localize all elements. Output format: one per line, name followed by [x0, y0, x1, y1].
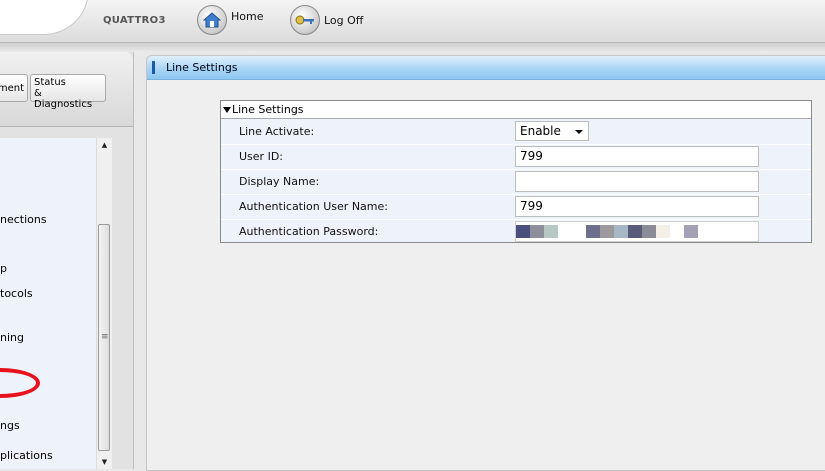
line-activate-label: Line Activate:: [239, 125, 315, 138]
nav-item-connections[interactable]: nections: [0, 213, 47, 226]
nav-item-ning[interactable]: ning: [0, 331, 24, 344]
nav-item-protocols[interactable]: tocols: [0, 287, 33, 300]
home-icon: [197, 5, 227, 35]
scroll-down-icon[interactable]: ▼: [97, 455, 112, 469]
page-title: Line Settings: [166, 61, 238, 74]
left-panel: ment Status & Diagnostics nections p toc…: [0, 52, 134, 469]
auth-password-label: Authentication Password:: [239, 225, 379, 238]
home-button[interactable]: Home: [197, 5, 263, 35]
user-id-label: User ID:: [239, 150, 283, 163]
logoff-button[interactable]: Log Off: [290, 5, 363, 35]
display-name-field[interactable]: [515, 171, 759, 192]
scroll-up-icon[interactable]: ▲: [97, 138, 112, 152]
home-label: Home: [231, 9, 264, 23]
row-auth-user-name: Authentication User Name: 799: [221, 194, 811, 220]
header-marker: [152, 61, 155, 74]
main-header: Line Settings: [147, 56, 825, 80]
collapse-triangle-icon[interactable]: [223, 107, 231, 113]
tab-status-diagnostics[interactable]: Status & Diagnostics: [30, 74, 106, 110]
row-display-name: Display Name:: [221, 169, 811, 195]
red-annotation-ellipse: [0, 368, 40, 398]
nav-item-applications[interactable]: plications: [0, 449, 53, 462]
line-settings-section: Line Settings Line Activate: Enable User…: [220, 100, 812, 243]
vertical-scrollbar[interactable]: ▲ ≡ ▼: [96, 138, 112, 469]
section-header[interactable]: Line Settings: [221, 101, 811, 119]
row-line-activate: Line Activate: Enable: [221, 119, 811, 145]
display-name-label: Display Name:: [239, 175, 320, 188]
auth-user-name-label: Authentication User Name:: [239, 200, 388, 213]
nav-item-settings[interactable]: ngs: [0, 419, 20, 432]
row-user-id: User ID: 799: [221, 144, 811, 170]
dropdown-caret-icon: [575, 130, 583, 134]
tab-strip: ment Status & Diagnostics: [0, 52, 133, 127]
section-title: Line Settings: [232, 103, 304, 116]
navigation-list: nections p tocols ning ngs plications: [0, 138, 96, 469]
main-panel: Line Settings Line Settings Line Activat…: [146, 55, 825, 471]
key-icon: [290, 5, 320, 35]
scroll-thumb[interactable]: ≡: [98, 224, 110, 451]
device-name: QUATTRO3: [103, 15, 166, 26]
tab-management[interactable]: ment: [0, 74, 28, 102]
line-activate-select[interactable]: Enable: [515, 121, 589, 141]
auth-password-field-redacted[interactable]: [515, 221, 759, 242]
auth-user-name-field[interactable]: 799: [515, 196, 759, 217]
toolbar-separator: [0, 43, 825, 51]
user-id-field[interactable]: 799: [515, 146, 759, 167]
nav-item-p[interactable]: p: [0, 262, 7, 275]
top-toolbar: QUATTRO3 Home Log Off: [0, 0, 825, 43]
grip-icon: ≡: [101, 332, 109, 342]
line-activate-value: Enable: [520, 124, 561, 138]
logo-area: [0, 0, 89, 35]
logoff-label: Log Off: [324, 13, 364, 27]
row-auth-password: Authentication Password:: [221, 219, 811, 244]
